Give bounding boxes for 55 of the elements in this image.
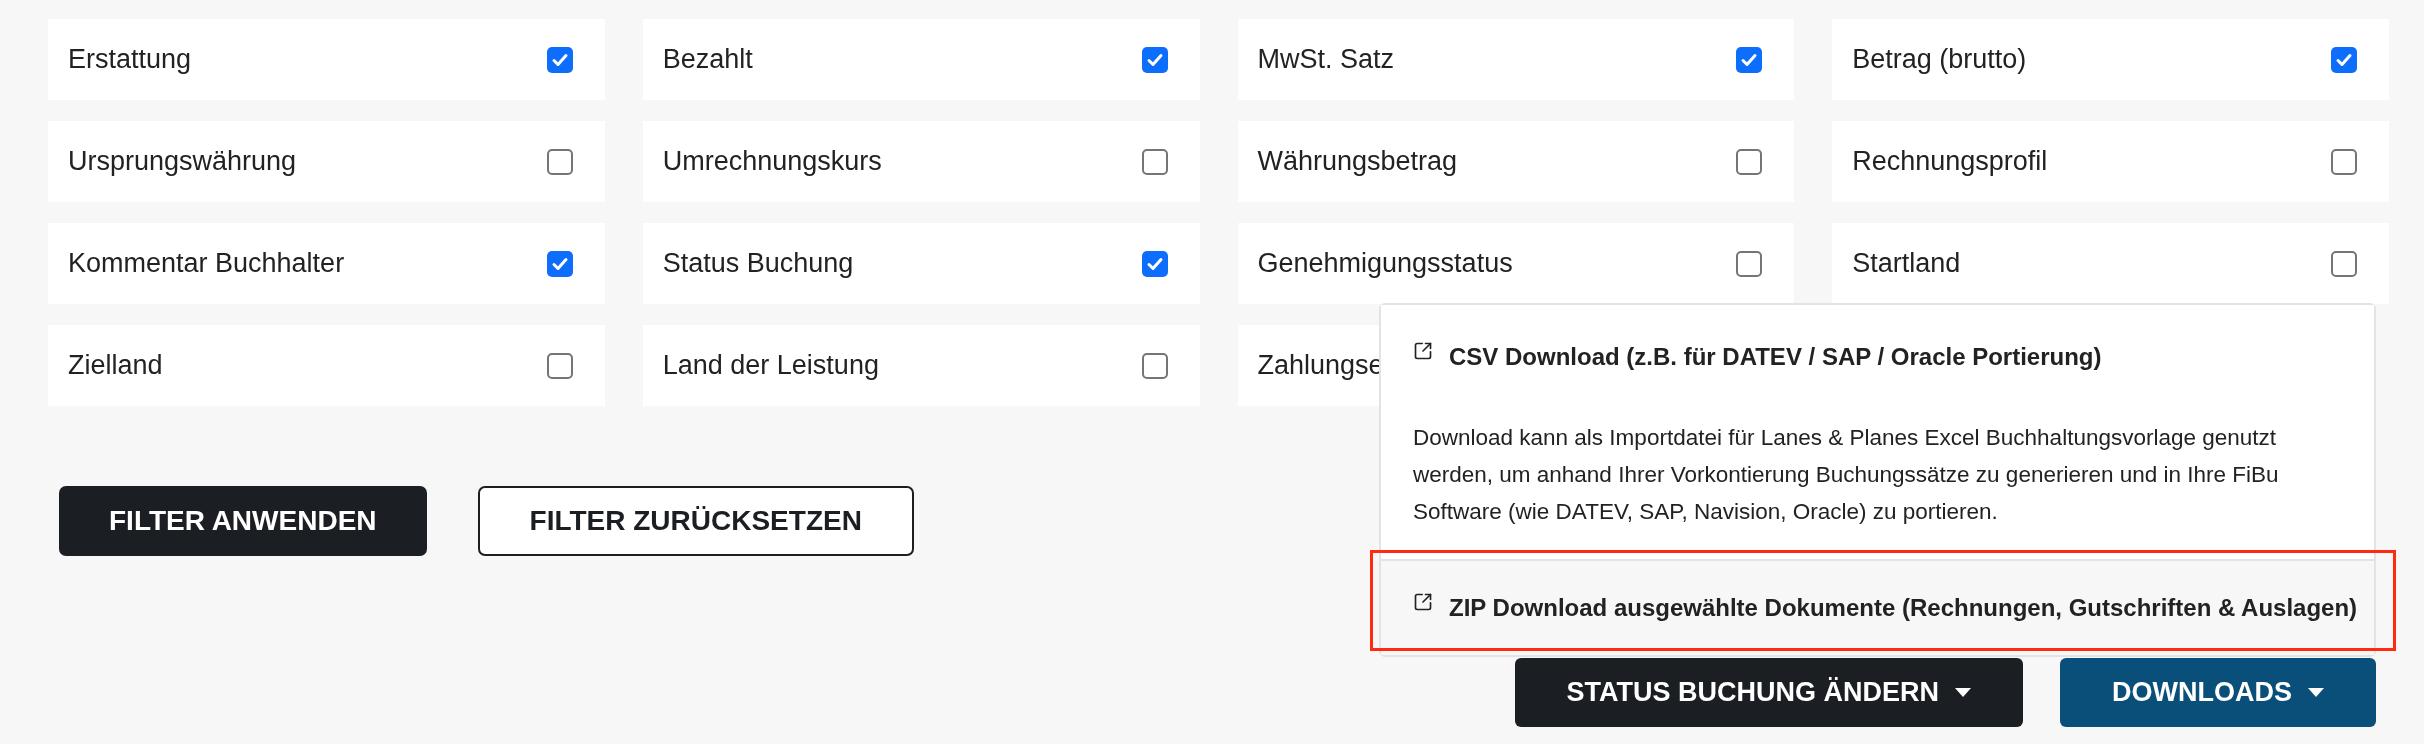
option-label: Bezahlt bbox=[662, 43, 753, 77]
option-label: Betrag (brutto) bbox=[1852, 43, 2027, 77]
filter-option[interactable]: Land der Leistung bbox=[642, 325, 1200, 406]
checkbox[interactable] bbox=[1141, 46, 1168, 73]
menu-item[interactable]: ZIP Download ausgewählte Dokumente (Rechnungen, Gutschriften & Auslagen) bbox=[1381, 559, 2374, 655]
filter-option[interactable]: Status Buchung bbox=[642, 223, 1200, 304]
checkbox[interactable] bbox=[2331, 46, 2357, 73]
option-label: MwSt. Satz bbox=[1257, 43, 1395, 77]
external-link-icon bbox=[1413, 592, 1433, 612]
checkbox[interactable] bbox=[1141, 352, 1168, 379]
option-label: Ursprungswährung bbox=[68, 145, 297, 179]
filter-option[interactable]: Kommentar Buchhalter bbox=[48, 223, 605, 304]
option-label: Erstattung bbox=[68, 43, 192, 77]
checkbox[interactable] bbox=[1736, 250, 1763, 277]
menu-item-title: CSV Download (z.B. für DATEV / SAP / Oracle Portierung) bbox=[1449, 342, 2102, 372]
option-label: Startland bbox=[1852, 247, 1961, 281]
caret-icon bbox=[2308, 688, 2324, 697]
filter-button[interactable]: FILTER ANWENDEN bbox=[59, 486, 427, 556]
option-label: Rechnungsprofil bbox=[1852, 145, 2048, 179]
filter-option[interactable]: Startland bbox=[1832, 223, 2389, 304]
external-link-icon bbox=[1413, 341, 1433, 361]
option-label: Umrechnungskurs bbox=[662, 145, 882, 179]
menu-item-description: Download kann als Importdatei für Lanes & Planes Excel Buchhaltungsvorlage genutzt werden, um anhand Ihrer Vorkontierung Buchungssätze zu generieren und in Ihre FiBu Software (wie DATEV, SAP, Navision, Oracle) zu portieren. bbox=[1413, 424, 2280, 526]
option-label: Kommentar Buchhalter bbox=[68, 247, 345, 281]
checkbox[interactable] bbox=[1736, 46, 1763, 73]
filter-option[interactable]: Erstattung bbox=[48, 19, 605, 100]
filter-option[interactable]: Ursprungswährung bbox=[48, 121, 605, 202]
status-button[interactable]: STATUS BUCHUNG ÄNDERN bbox=[1514, 658, 2023, 727]
checkbox[interactable] bbox=[546, 46, 573, 73]
checkbox[interactable] bbox=[1141, 250, 1168, 277]
filter-option[interactable]: Zielland bbox=[48, 325, 605, 406]
downloads-button[interactable]: DOWNLOADS bbox=[2060, 658, 2376, 727]
checkbox[interactable] bbox=[2331, 148, 2357, 175]
option-label: Währungsbetrag bbox=[1257, 145, 1458, 179]
filter-option[interactable]: MwSt. Satz bbox=[1237, 19, 1795, 100]
option-label: Land der Leistung bbox=[662, 349, 879, 383]
filter-option[interactable]: Umrechnungskurs bbox=[642, 121, 1200, 202]
filter-option[interactable]: Währungsbetrag bbox=[1237, 121, 1795, 202]
caret-icon bbox=[1955, 688, 1971, 697]
checkbox[interactable] bbox=[546, 250, 573, 277]
menu-item-title: ZIP Download ausgewählte Dokumente (Rechnungen, Gutschriften & Auslagen) bbox=[1449, 593, 2358, 623]
option-label: Zielland bbox=[68, 349, 163, 383]
checkbox[interactable] bbox=[546, 352, 573, 379]
checkbox[interactable] bbox=[1141, 148, 1168, 175]
option-label: Zahlungse bbox=[1257, 349, 1384, 383]
checkbox[interactable] bbox=[546, 148, 573, 175]
filter-option[interactable]: Bezahlt bbox=[642, 19, 1200, 100]
filter-option[interactable]: Betrag (brutto) bbox=[1832, 19, 2389, 100]
filter-button[interactable]: FILTER ZURÜCKSETZEN bbox=[477, 486, 914, 556]
option-label: Genehmigungsstatus bbox=[1257, 247, 1513, 281]
checkbox[interactable] bbox=[1736, 148, 1763, 175]
filter-option[interactable]: Genehmigungsstatus bbox=[1237, 223, 1795, 304]
checkbox[interactable] bbox=[2331, 250, 2357, 277]
filter-option[interactable]: Rechnungsprofil bbox=[1832, 121, 2389, 202]
option-label: Status Buchung bbox=[662, 247, 854, 281]
